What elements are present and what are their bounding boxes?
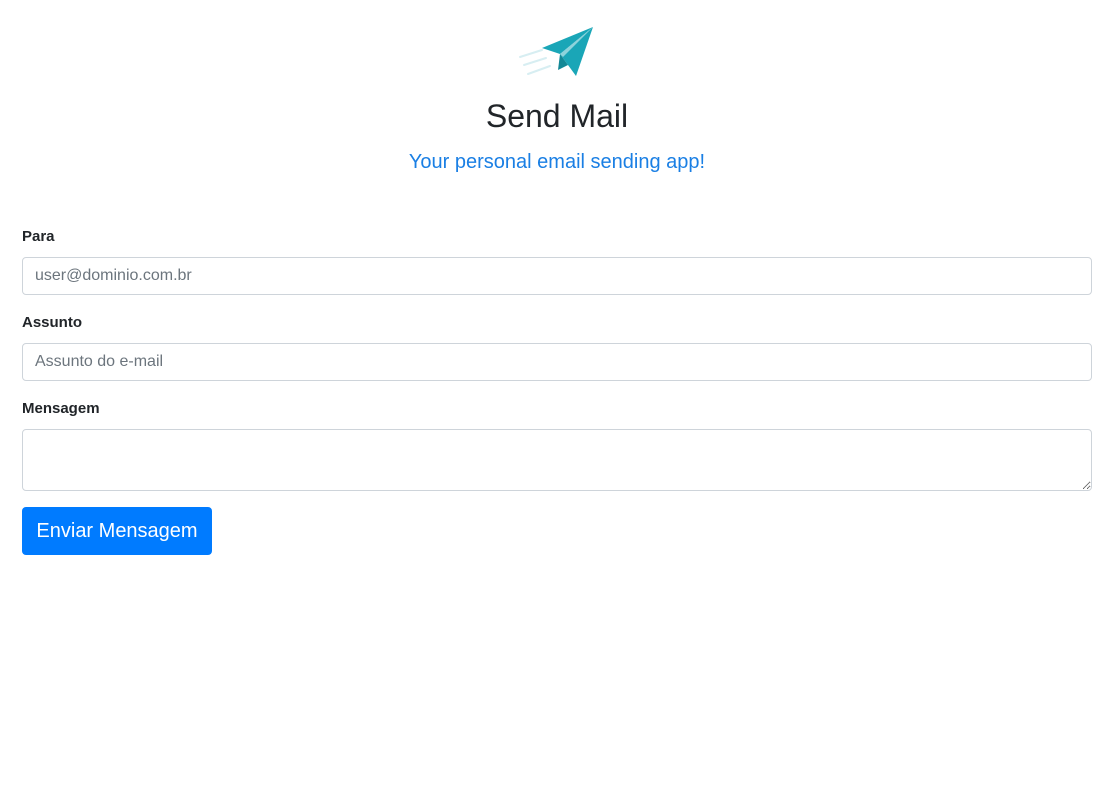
page: Send Mail Your personal email sending ap… bbox=[0, 0, 1118, 799]
message-label: Mensagem bbox=[22, 400, 100, 417]
to-label: Para bbox=[22, 228, 55, 245]
message-field-group: Mensagem bbox=[22, 398, 1092, 491]
send-message-button[interactable]: Enviar Mensagem bbox=[22, 507, 212, 555]
message-textarea[interactable] bbox=[22, 429, 1092, 491]
subject-label: Assunto bbox=[22, 314, 82, 331]
page-subtitle: Your personal email sending app! bbox=[408, 151, 706, 173]
to-field-group: Para bbox=[22, 226, 1092, 295]
to-input[interactable] bbox=[22, 257, 1092, 295]
page-title: Send Mail bbox=[485, 98, 629, 134]
subject-input[interactable] bbox=[22, 343, 1092, 381]
paper-plane-icon bbox=[519, 27, 593, 76]
subject-field-group: Assunto bbox=[22, 312, 1092, 381]
